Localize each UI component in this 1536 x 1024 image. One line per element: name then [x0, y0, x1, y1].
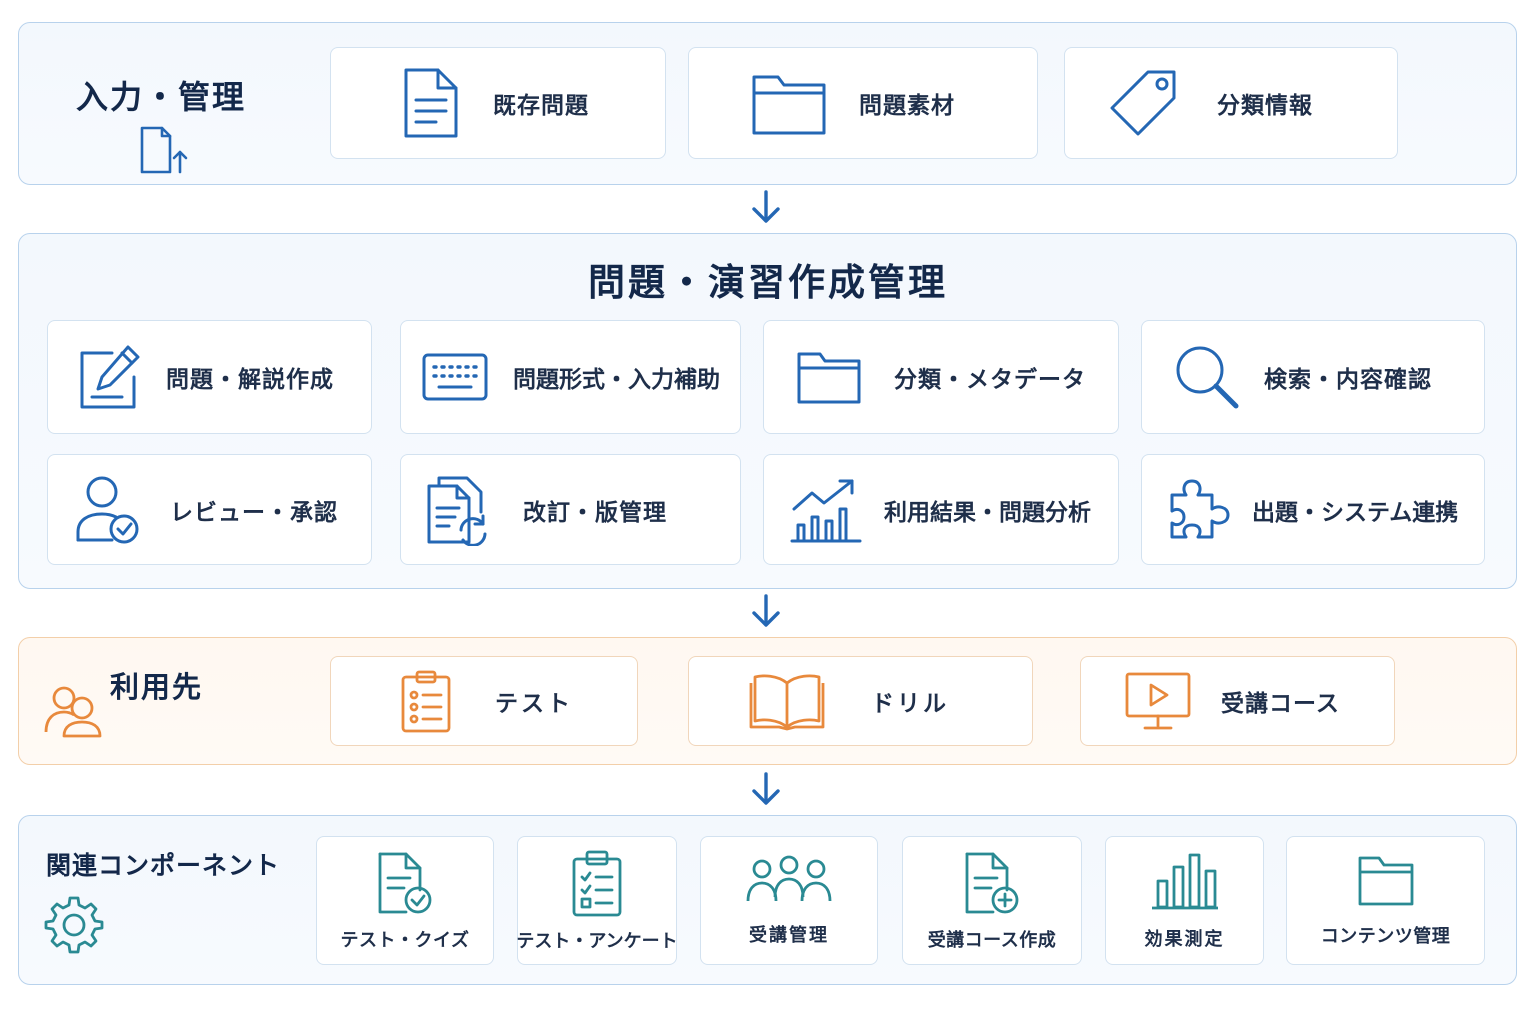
document-check-icon	[376, 850, 434, 916]
main-item-question-explanation-creation[interactable]: 問題・解説作成	[47, 320, 372, 434]
usage-section-title: 利用先	[110, 670, 204, 704]
gear-icon	[44, 894, 104, 954]
main-item-label: 問題形式・入力補助	[513, 367, 720, 393]
folder-icon	[749, 69, 829, 137]
group-icon	[746, 855, 832, 907]
component-item-enrollment-management[interactable]: 受講管理	[700, 836, 878, 965]
keyboard-icon	[421, 351, 489, 403]
flow-arrow-down	[746, 592, 786, 630]
clipboard-check-icon	[570, 849, 624, 917]
component-item-course-creation[interactable]: 受講コース作成	[902, 836, 1082, 965]
usage-item-label: 受講コース	[1221, 691, 1340, 717]
component-item-label: 受講管理	[749, 924, 829, 946]
user-check-icon	[74, 474, 142, 546]
puzzle-icon	[1168, 477, 1234, 543]
usage-item-course[interactable]: 受講コース	[1080, 656, 1395, 746]
chart-trend-icon	[790, 475, 862, 545]
input-item-existing-questions[interactable]: 既存問題	[330, 47, 666, 159]
input-section-title: 入力・管理	[76, 78, 247, 116]
main-item-classification-metadata[interactable]: 分類・メタデータ	[763, 320, 1119, 434]
document-plus-icon	[963, 850, 1021, 916]
component-item-label: 受講コース作成	[927, 929, 1057, 951]
usage-item-label: ドリル	[871, 691, 949, 717]
component-item-label: コンテンツ管理	[1320, 925, 1451, 947]
input-item-label: 既存問題	[493, 93, 589, 119]
bar-chart-icon	[1150, 851, 1220, 911]
clipboard-list-icon	[399, 669, 453, 733]
document-sync-icon	[425, 474, 489, 546]
main-item-label: 分類・メタデータ	[894, 367, 1086, 393]
main-item-search-content-check[interactable]: 検索・内容確認	[1141, 320, 1485, 434]
flow-arrow-down	[746, 188, 786, 226]
folder-icon	[1357, 854, 1415, 908]
main-item-revision-version-management[interactable]: 改訂・版管理	[400, 454, 741, 565]
folder-icon	[796, 348, 862, 406]
component-item-label: テスト・クイズ	[340, 929, 470, 951]
search-icon	[1172, 342, 1242, 412]
component-item-label: テスト・アンケート	[516, 930, 678, 952]
input-item-classification-info[interactable]: 分類情報	[1064, 47, 1398, 159]
main-item-question-format-input-assist[interactable]: 問題形式・入力補助	[400, 320, 741, 434]
video-monitor-icon	[1123, 670, 1193, 732]
document-icon	[399, 66, 463, 140]
tag-icon	[1107, 66, 1183, 140]
main-item-label: 問題・解説作成	[166, 367, 334, 393]
main-item-label: レビュー・承認	[170, 499, 338, 526]
component-item-test-survey[interactable]: テスト・アンケート	[516, 836, 678, 965]
edit-icon	[78, 343, 142, 411]
main-item-label: 出題・システム連携	[1252, 499, 1459, 526]
usage-item-test[interactable]: テスト	[330, 656, 638, 746]
main-item-label: 改訂・版管理	[523, 499, 667, 526]
main-section-title: 問題・演習作成管理	[588, 261, 948, 304]
users-icon	[44, 684, 104, 738]
book-icon	[749, 671, 825, 731]
component-item-label: 効果測定	[1144, 928, 1225, 950]
component-item-content-management[interactable]: コンテンツ管理	[1286, 836, 1485, 965]
input-item-label: 問題素材	[859, 93, 955, 119]
main-item-label: 検索・内容確認	[1264, 367, 1432, 393]
component-item-effectiveness-measurement[interactable]: 効果測定	[1105, 836, 1264, 965]
input-item-question-materials[interactable]: 問題素材	[688, 47, 1038, 159]
usage-item-label: テスト	[495, 691, 573, 717]
main-item-label: 利用結果・問題分析	[884, 499, 1091, 526]
main-item-usage-results-analysis[interactable]: 利用結果・問題分析	[763, 454, 1119, 565]
flow-arrow-down	[746, 770, 786, 808]
main-item-review-approval[interactable]: レビュー・承認	[47, 454, 372, 565]
file-upload-icon	[136, 124, 194, 176]
main-item-question-system-integration[interactable]: 出題・システム連携	[1141, 454, 1485, 565]
usage-item-drill[interactable]: ドリル	[688, 656, 1033, 746]
input-item-label: 分類情報	[1217, 93, 1313, 119]
component-item-test-quiz[interactable]: テスト・クイズ	[316, 836, 494, 965]
components-section-title: 関連コンポーネント	[46, 851, 281, 880]
